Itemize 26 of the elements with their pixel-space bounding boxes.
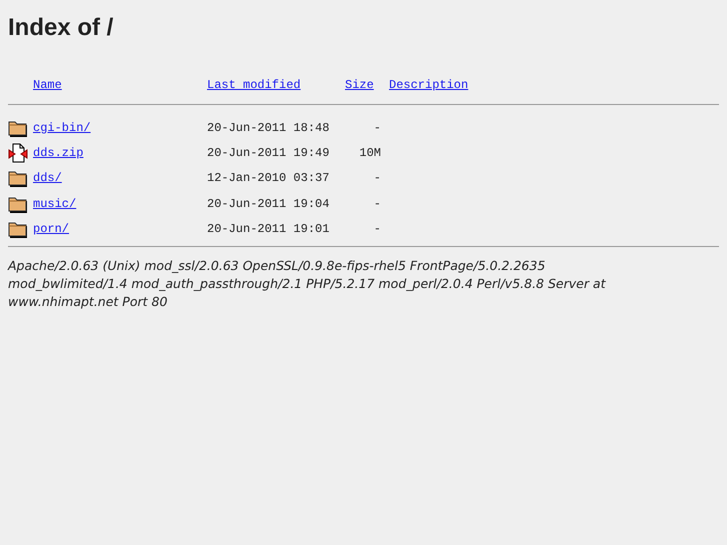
- folder-icon: [8, 194, 28, 213]
- column-header-link[interactable]: Name: [33, 78, 62, 92]
- folder-icon: [8, 169, 28, 188]
- modified-date: 20-Jun-2011 18:48: [207, 120, 330, 135]
- server-signature: Apache/2.0.63 (Unix) mod_ssl/2.0.63 OpenSSL/0.9.8e-fips-rhel5 FrontPage/5.0.2.2635 mod_bwlimited/1.4 mod_auth_passthrough/2.1 PHP/5.2.17 mod_perl/2.0.4 Perl/v5.8.8 Server at www.nhimapt.net Port 80: [8, 256, 607, 311]
- file-link[interactable]: dds.zip: [33, 146, 84, 160]
- page-title: Index of /: [8, 14, 114, 43]
- modified-date: 20-Jun-2011 19:04: [207, 196, 330, 211]
- file-size: -: [374, 196, 381, 211]
- file-size: 10M: [359, 146, 381, 160]
- file-link[interactable]: porn/: [33, 222, 70, 236]
- column-header-link[interactable]: Size: [345, 78, 374, 92]
- file-link[interactable]: dds/: [33, 171, 62, 186]
- file-link[interactable]: music/: [33, 196, 76, 211]
- column-header-link[interactable]: Last modified: [207, 78, 301, 92]
- modified-date: 20-Jun-2011 19:49: [207, 146, 330, 160]
- file-link[interactable]: cgi-bin/: [33, 120, 91, 135]
- archive-file-icon: [8, 143, 28, 164]
- folder-icon: [8, 118, 28, 137]
- file-size: -: [374, 120, 381, 135]
- modified-date: 12-Jan-2010 03:37: [207, 171, 330, 186]
- column-header-link[interactable]: Description: [389, 78, 468, 92]
- folder-icon: [8, 220, 28, 238]
- file-size: -: [374, 171, 381, 186]
- modified-date: 20-Jun-2011 19:01: [207, 222, 330, 236]
- file-size: -: [374, 222, 381, 236]
